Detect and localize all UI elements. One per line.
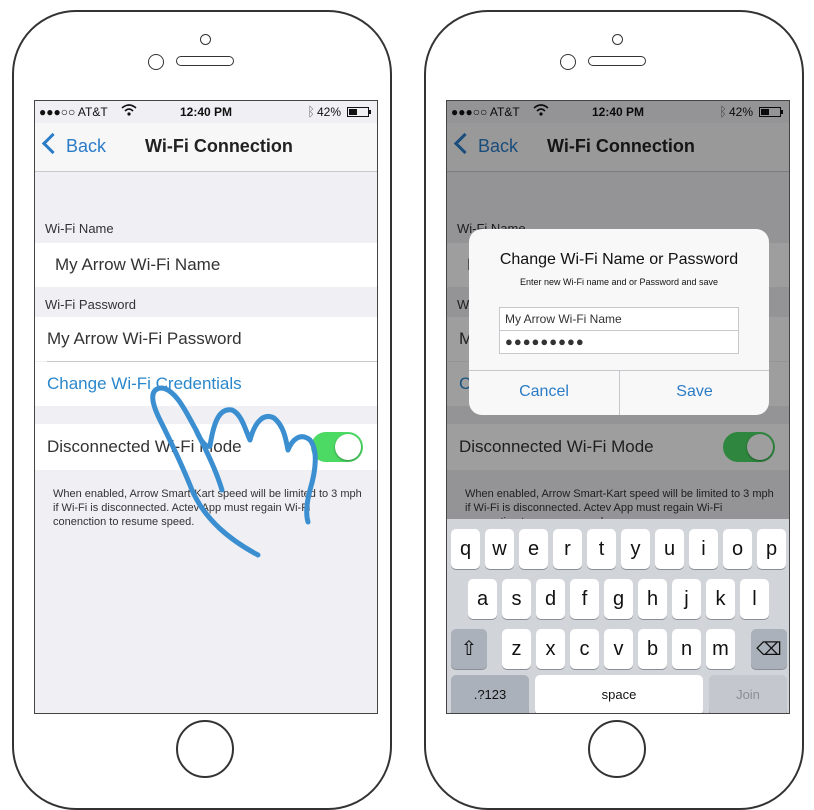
change-wifi-dialog: Change Wi-Fi Name or Password Enter new … <box>469 229 769 415</box>
wifi-password-label: Wi-Fi Password <box>45 297 137 312</box>
key-c[interactable]: c <box>570 629 599 669</box>
battery-icon <box>347 107 371 117</box>
key-w[interactable]: w <box>485 529 514 569</box>
battery-percent: 42% <box>316 105 341 119</box>
wifi-name-field[interactable]: My Arrow Wi-Fi Name <box>35 243 377 287</box>
bluetooth-icon: ᛒ <box>307 104 315 119</box>
left-phone: ●●●○○ AT&T 12:40 PM ᛒ 42% Back Wi-Fi Con… <box>12 10 392 810</box>
key-e[interactable]: e <box>519 529 548 569</box>
keyboard: qwertyuiop asdfghjkl zxcvbnm ⇧ ⌫ .?123 s… <box>447 519 789 713</box>
key-l[interactable]: l <box>740 579 769 619</box>
key-b[interactable]: b <box>638 629 667 669</box>
key-o[interactable]: o <box>723 529 752 569</box>
dialog-message: Enter new Wi-Fi name and or Password and… <box>519 277 719 287</box>
home-button[interactable] <box>176 720 234 778</box>
left-screen: ●●●○○ AT&T 12:40 PM ᛒ 42% Back Wi-Fi Con… <box>34 100 378 714</box>
key-v[interactable]: v <box>604 629 633 669</box>
join-key[interactable]: Join <box>709 675 787 713</box>
footnote: When enabled, Arrow Smart-Kart speed wil… <box>53 488 362 528</box>
wifi-name-label: Wi-Fi Name <box>45 221 114 236</box>
key-j[interactable]: j <box>672 579 701 619</box>
key-z[interactable]: z <box>502 629 531 669</box>
dialog-name-input[interactable]: My Arrow Wi-Fi Name <box>499 307 739 331</box>
back-button[interactable]: Back <box>41 132 107 157</box>
dialog-buttons: Cancel Save <box>469 370 769 415</box>
key-n[interactable]: n <box>672 629 701 669</box>
key-a[interactable]: a <box>468 579 497 619</box>
camera <box>200 34 211 45</box>
key-d[interactable]: d <box>536 579 565 619</box>
chevron-left-icon <box>41 132 64 155</box>
numbers-key[interactable]: .?123 <box>451 675 529 713</box>
right-screen: ●●●○○ AT&T 12:40 PM ᛒ 42% Back Wi-Fi Con… <box>446 100 790 714</box>
key-t[interactable]: t <box>587 529 616 569</box>
page-title: Wi-Fi Connection <box>145 136 293 156</box>
key-x[interactable]: x <box>536 629 565 669</box>
key-p[interactable]: p <box>757 529 786 569</box>
dialog-title: Change Wi-Fi Name or Password <box>499 251 739 268</box>
status-bar: ●●●○○ AT&T 12:40 PM ᛒ 42% <box>35 101 377 123</box>
nav-bar: Back Wi-Fi Connection <box>35 123 377 172</box>
space-key[interactable]: space <box>535 675 703 713</box>
proximity-sensor <box>148 54 164 70</box>
proximity-sensor <box>560 54 576 70</box>
key-m[interactable]: m <box>706 629 735 669</box>
key-k[interactable]: k <box>706 579 735 619</box>
change-credentials-button[interactable]: Change Wi-Fi Credentials <box>35 362 377 406</box>
key-s[interactable]: s <box>502 579 531 619</box>
key-i[interactable]: i <box>689 529 718 569</box>
key-h[interactable]: h <box>638 579 667 619</box>
disconnected-mode-toggle[interactable] <box>311 432 363 462</box>
delete-icon[interactable]: ⌫ <box>751 629 787 669</box>
save-button[interactable]: Save <box>620 371 769 415</box>
camera <box>612 34 623 45</box>
home-button[interactable] <box>588 720 646 778</box>
wifi-password-field[interactable]: My Arrow Wi-Fi Password <box>35 317 377 361</box>
speaker <box>176 56 234 66</box>
cancel-button[interactable]: Cancel <box>469 371 619 415</box>
toggle-knob <box>335 434 361 460</box>
key-r[interactable]: r <box>553 529 582 569</box>
key-f[interactable]: f <box>570 579 599 619</box>
key-g[interactable]: g <box>604 579 633 619</box>
right-phone: ●●●○○ AT&T 12:40 PM ᛒ 42% Back Wi-Fi Con… <box>424 10 804 810</box>
disconnected-mode-label: Disconnected Wi-Fi Mode <box>47 437 242 456</box>
key-u[interactable]: u <box>655 529 684 569</box>
dialog-password-input[interactable]: ●●●●●●●●● <box>499 330 739 354</box>
speaker <box>588 56 646 66</box>
key-y[interactable]: y <box>621 529 650 569</box>
shift-icon[interactable]: ⇧ <box>451 629 487 669</box>
back-label: Back <box>66 136 107 156</box>
key-q[interactable]: q <box>451 529 480 569</box>
